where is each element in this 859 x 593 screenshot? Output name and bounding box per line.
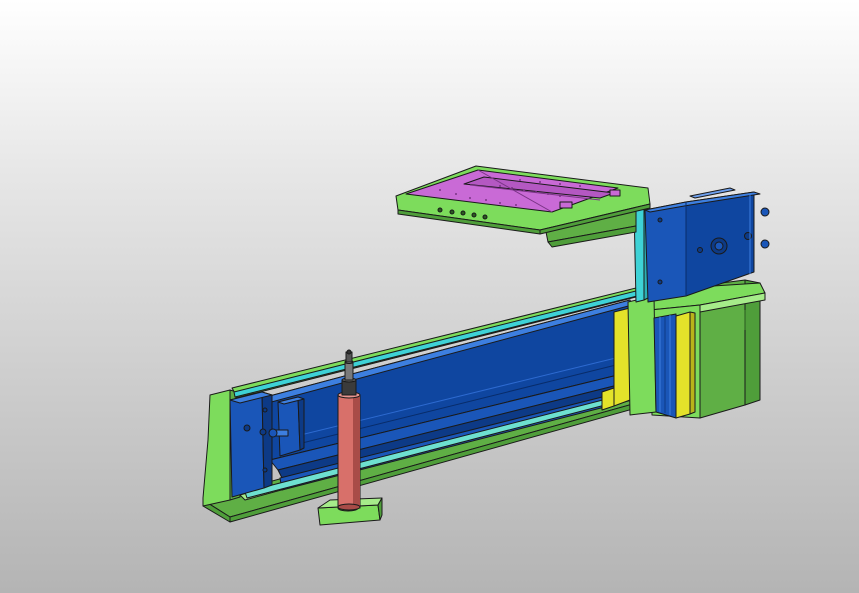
cad-viewport[interactable] — [0, 0, 859, 593]
cad-model-render[interactable] — [0, 0, 859, 593]
end-cap — [229, 391, 273, 498]
